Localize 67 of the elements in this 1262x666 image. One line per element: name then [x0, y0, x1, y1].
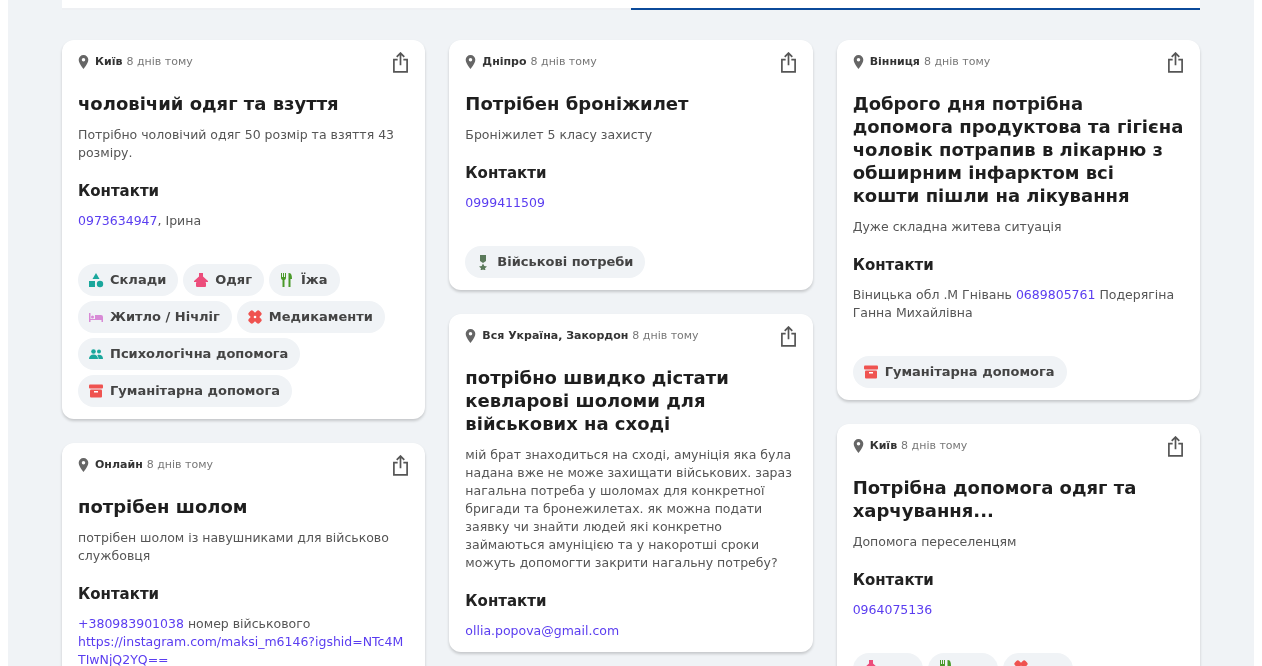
- request-description: потрібен шолом із навушниками для військово службовця: [78, 529, 390, 565]
- location: Вся Україна, Закордон: [482, 327, 629, 344]
- share-icon[interactable]: [779, 325, 797, 347]
- contacts-heading: Контакти: [465, 591, 548, 612]
- category-tag[interactable]: Житло / Нічліг: [78, 301, 232, 333]
- category-tag[interactable]: Склади: [78, 264, 179, 296]
- contacts-heading: Контакти: [465, 163, 548, 184]
- post-time: 8 днів тому: [146, 456, 214, 473]
- medicine-icon: [246, 309, 263, 325]
- request-description: Потрібно чоловічий одяг 50 розмір та взяття 43 розміру.: [78, 126, 396, 162]
- location: Дніпро: [482, 53, 527, 70]
- contact-info: +380983901038 номер військового https://instagram.com/maksi_m6146?igshid=NTc4MTIwNjQ2YQ==: [78, 615, 410, 666]
- request-description: мій брат знаходиться на сході, амуніція яка була надана вже не може захищати військових. зараз нагальна потреба у шоломах для конкретної бригади та бронежилетах. як можна подати заявку чи знайти людей які конкретно займаються амуніцією та у накоротші сроки можуть допомогти закрити нагальну потребу?: [465, 446, 793, 572]
- location-pin-icon: [465, 55, 477, 69]
- archive-icon: [88, 383, 104, 399]
- contact-link[interactable]: 0689805761: [1015, 287, 1096, 302]
- contact-info: Віницька обл .М Гнівань 0689805761 Подерягіна Ганна Михайлівна: [852, 286, 1176, 322]
- share-icon[interactable]: [392, 51, 410, 73]
- contact-link[interactable]: https://instagram.com/maksi_m6146?igshid=NTc4MTIwNjQ2YQ==: [78, 633, 410, 666]
- request-title: Потрібен броніжилет: [465, 92, 690, 115]
- post-time: 8 днів тому: [530, 53, 597, 70]
- share-icon[interactable]: [1167, 51, 1184, 73]
- contact-link[interactable]: +380983901038: [78, 616, 184, 631]
- request-description: Дуже складна житева ситуація: [852, 218, 1063, 236]
- contacts-heading: Контакти: [852, 255, 935, 276]
- contacts-heading: Контакти: [78, 181, 161, 202]
- location-pin-icon: [78, 55, 89, 69]
- share-icon[interactable]: [1167, 435, 1184, 457]
- category-tag[interactable]: Гуманітарна допомога: [78, 375, 292, 407]
- location: Онлайн: [95, 456, 143, 473]
- request-title: чоловічий одяг та взуття: [78, 92, 340, 115]
- location: Вінниця: [869, 53, 920, 70]
- people-icon: [88, 346, 104, 362]
- location-pin-icon: [852, 55, 864, 69]
- location-pin-icon: [78, 458, 89, 472]
- warehouse-icon: [88, 272, 104, 288]
- request-title: потрібен шолом: [78, 495, 249, 518]
- category-tag[interactable]: Військові потреби: [465, 246, 646, 278]
- request-description: Броніжилет 5 класу захисту: [465, 126, 654, 144]
- share-icon[interactable]: [392, 454, 410, 476]
- post-time: 8 днів тому: [126, 53, 193, 70]
- food-icon: [278, 272, 295, 288]
- category-tag[interactable]: Їжа: [268, 264, 340, 296]
- post-time: 8 днів тому: [901, 437, 968, 454]
- request-title: потрібно швидко дістати кевларові шоломи для військових на сході: [465, 366, 730, 435]
- request-title: Доброго дня потрібна допомога продуктова та гігієна чоловік потрапив в лікарню з обширним інфарктом всі кошти пішли на лікування: [852, 92, 1184, 207]
- location: Київ: [869, 437, 898, 454]
- request-title: Потрібна допомога одяг та харчування...: [852, 476, 1138, 522]
- archive-icon: [862, 364, 879, 380]
- category-tag[interactable]: Гуманітарна допомога: [852, 356, 1067, 388]
- request-description: Допомога переселенцям: [852, 533, 1018, 551]
- contacts-heading: Контакти: [852, 570, 935, 591]
- contact-link[interactable]: 0999411509: [465, 195, 545, 210]
- location-pin-icon: [465, 329, 477, 343]
- contacts-heading: Контакти: [78, 584, 161, 605]
- category-tag[interactable]: Психологічна допомога: [78, 338, 301, 370]
- share-icon[interactable]: [779, 51, 797, 73]
- contact-link[interactable]: 0964075136: [852, 602, 933, 617]
- location-pin-icon: [852, 439, 864, 453]
- category-tag[interactable]: Одяг: [183, 264, 264, 296]
- location: Київ: [95, 53, 123, 70]
- contact-info: 0973634947, Ірина: [78, 212, 203, 230]
- contact-link[interactable]: ollia.popova@gmail.com: [465, 623, 620, 638]
- category-tag[interactable]: Медикаменти: [236, 301, 385, 333]
- post-time: 8 днів тому: [923, 53, 991, 70]
- post-time: 8 днів тому: [632, 327, 699, 344]
- contact-link[interactable]: 0973634947: [78, 213, 158, 228]
